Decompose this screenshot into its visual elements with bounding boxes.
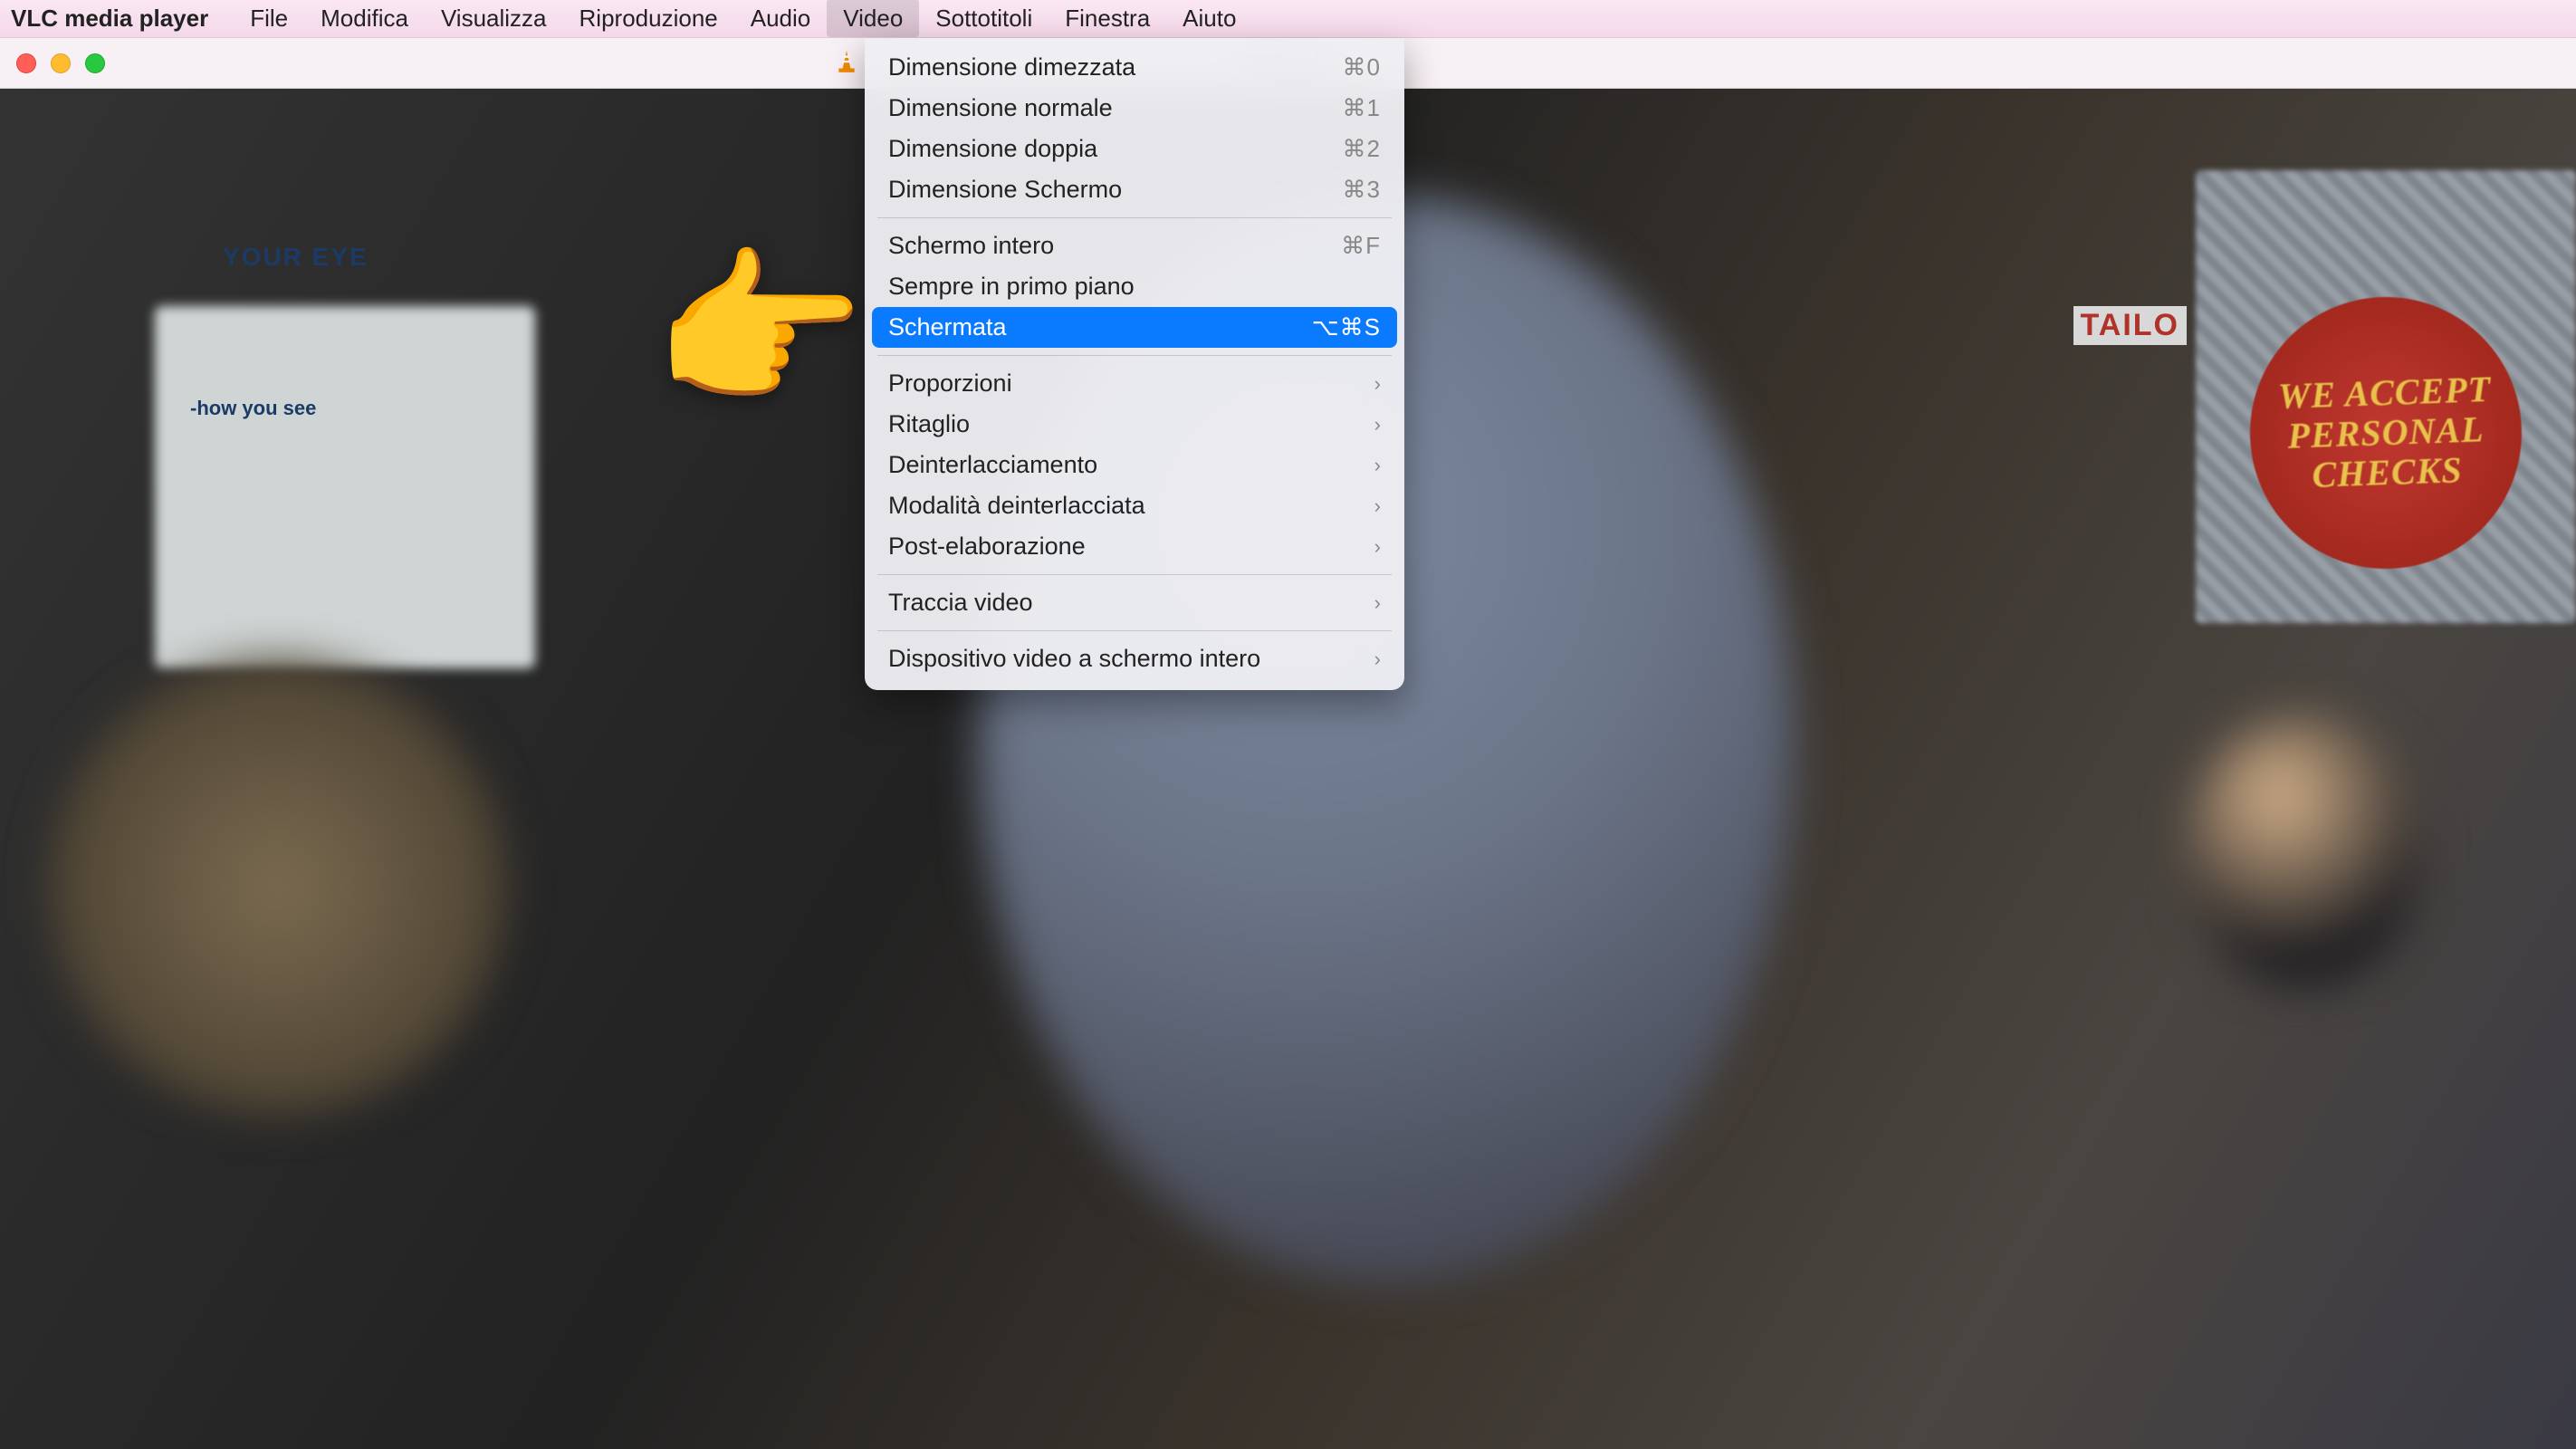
vlc-cone-icon <box>837 51 857 74</box>
zoom-window-button[interactable] <box>85 53 105 73</box>
chevron-right-icon: › <box>1374 591 1381 615</box>
menu-item-sempre-in-primo-piano[interactable]: Sempre in primo piano <box>865 266 1404 307</box>
video-menu-dropdown: Dimensione dimezzata ⌘0 Dimensione normale… <box>865 38 1404 690</box>
menu-item-shortcut: ⌘3 <box>1343 176 1381 204</box>
close-window-button[interactable] <box>16 53 36 73</box>
menu-item-dimensione-dimezzata[interactable]: Dimensione dimezzata ⌘0 <box>865 47 1404 88</box>
chevron-right-icon: › <box>1374 494 1381 518</box>
chevron-right-icon: › <box>1374 413 1381 437</box>
menu-separator <box>877 630 1392 631</box>
menu-item-ritaglio[interactable]: Ritaglio › <box>865 404 1404 445</box>
app-name: VLC media player <box>11 5 208 33</box>
menu-item-shortcut: ⌘F <box>1341 232 1381 260</box>
menu-item-shortcut: ⌥⌘S <box>1312 313 1381 341</box>
menu-item-shortcut: ⌘0 <box>1343 53 1381 82</box>
menu-item-traccia-video[interactable]: Traccia video › <box>865 582 1404 623</box>
menu-finestra[interactable]: Finestra <box>1049 0 1166 37</box>
chevron-right-icon: › <box>1374 454 1381 477</box>
menu-item-label: Schermo intero <box>888 232 1054 260</box>
menu-item-shortcut: ⌘1 <box>1343 94 1381 122</box>
menu-separator <box>877 355 1392 356</box>
menu-item-label: Dimensione dimezzata <box>888 53 1135 82</box>
chevron-right-icon: › <box>1374 535 1381 559</box>
menu-visualizza[interactable]: Visualizza <box>425 0 563 37</box>
chevron-right-icon: › <box>1374 648 1381 671</box>
menu-file[interactable]: File <box>234 0 304 37</box>
menu-item-post-elaborazione[interactable]: Post-elaborazione › <box>865 526 1404 567</box>
menu-item-label: Deinterlacciamento <box>888 451 1097 479</box>
menu-item-dimensione-normale[interactable]: Dimensione normale ⌘1 <box>865 88 1404 129</box>
menu-item-deinterlacciamento[interactable]: Deinterlacciamento › <box>865 445 1404 485</box>
menu-item-label: Schermata <box>888 313 1007 341</box>
menu-item-label: Sempre in primo piano <box>888 273 1135 301</box>
menu-item-modalita-deinterlacciata[interactable]: Modalità deinterlacciata › <box>865 485 1404 526</box>
menu-sottotitoli[interactable]: Sottotitoli <box>919 0 1049 37</box>
menu-item-label: Post-elaborazione <box>888 533 1086 561</box>
frame-text-poster-title: YOUR EYE <box>223 243 369 272</box>
frame-text-tailor-sign: TAILO <box>2073 306 2187 345</box>
background-shape <box>52 660 504 1113</box>
background-shape <box>155 306 535 668</box>
menu-item-label: Dimensione normale <box>888 94 1113 122</box>
menu-item-label: Proporzioni <box>888 369 1012 398</box>
menu-modifica[interactable]: Modifica <box>304 0 425 37</box>
menu-item-label: Modalità deinterlacciata <box>888 492 1145 520</box>
menu-item-label: Traccia video <box>888 589 1033 617</box>
chevron-right-icon: › <box>1374 372 1381 396</box>
menu-aiuto[interactable]: Aiuto <box>1166 0 1252 37</box>
menu-item-schermata[interactable]: Schermata ⌥⌘S <box>872 307 1397 348</box>
menu-item-shortcut: ⌘2 <box>1343 135 1381 163</box>
menu-item-proporzioni[interactable]: Proporzioni › <box>865 363 1404 404</box>
menu-item-dispositivo-video-a-schermo-intero[interactable]: Dispositivo video a schermo intero › <box>865 638 1404 679</box>
menu-item-label: Dispositivo video a schermo intero <box>888 645 1260 673</box>
menu-audio[interactable]: Audio <box>734 0 828 37</box>
minimize-window-button[interactable] <box>51 53 71 73</box>
frame-text-poster-sub: -how you see <box>190 397 316 420</box>
menu-item-label: Ritaglio <box>888 410 970 438</box>
background-shape <box>2186 715 2421 986</box>
menu-item-schermo-intero[interactable]: Schermo intero ⌘F <box>865 226 1404 266</box>
menubar: VLC media player FileModificaVisualizzaR… <box>0 0 2576 38</box>
menu-riproduzione[interactable]: Riproduzione <box>563 0 734 37</box>
traffic-lights <box>16 53 105 73</box>
menu-separator <box>877 574 1392 575</box>
menu-item-dimensione-schermo[interactable]: Dimensione Schermo ⌘3 <box>865 169 1404 210</box>
menu-separator <box>877 217 1392 218</box>
menu-item-label: Dimensione doppia <box>888 135 1097 163</box>
menu-video[interactable]: Video <box>827 0 919 37</box>
menu-item-label: Dimensione Schermo <box>888 176 1122 204</box>
menu-item-dimensione-doppia[interactable]: Dimensione doppia ⌘2 <box>865 129 1404 169</box>
